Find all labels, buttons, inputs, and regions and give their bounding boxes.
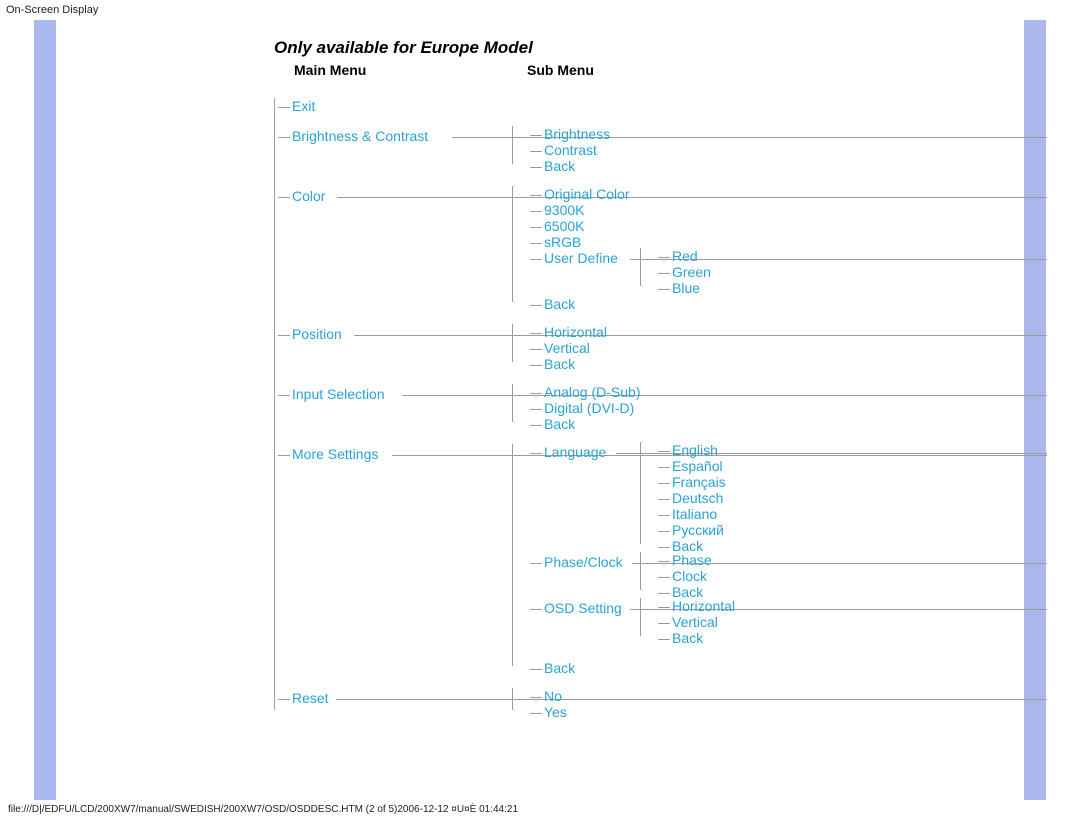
label-input: Input Selection	[292, 386, 402, 402]
label-exit: Exit	[292, 98, 315, 114]
sub-inp-back: Back	[530, 416, 1046, 432]
menu-position: Position Horizontal Vertical Back	[278, 326, 1046, 372]
lang-fr: Français	[658, 474, 1046, 490]
label-sub-phase: Phase/Clock	[544, 554, 632, 570]
lang-it: Italiano	[658, 506, 1046, 522]
menu-color: Color Original Color 9300K 6500K sRGB Us…	[278, 188, 1046, 312]
menu-more-settings: More Settings Language English Español F…	[278, 446, 1046, 676]
sub-bc-back: Back	[530, 158, 1046, 174]
label-sub-pos-h: Horizontal	[544, 324, 607, 340]
sub-brightness: Brightness	[530, 126, 1046, 142]
label-sub-pos-v: Vertical	[544, 340, 590, 356]
sub-user-define: User Define Red Green Blue	[530, 250, 1046, 296]
sub-original-color: Original Color	[530, 186, 1046, 202]
lang-ru: Русский	[658, 522, 1046, 538]
menu-input-selection: Input Selection Analog (D-Sub) Digital (…	[278, 386, 1046, 432]
column-header-main: Main Menu	[294, 62, 366, 78]
label-pc-clock: Clock	[672, 568, 707, 584]
sub-pos-h: Horizontal	[530, 324, 1046, 340]
sub-pos-v: Vertical	[530, 340, 1046, 356]
sub-pos-back: Back	[530, 356, 1046, 372]
label-sub-analog: Analog (D-Sub)	[544, 384, 641, 400]
label-lang-es: Español	[672, 458, 723, 474]
label-color: Color	[292, 188, 337, 204]
reset-yes: Yes	[530, 704, 1046, 720]
sub-color-back: Back	[530, 296, 1046, 312]
label-sub-osd: OSD Setting	[544, 600, 630, 616]
label-pc-phase: Phase	[672, 552, 712, 568]
menu-exit: Exit	[278, 98, 1046, 114]
pc-phase: Phase	[658, 552, 1046, 568]
label-lang-fr: Français	[672, 474, 726, 490]
sub-9300k: 9300K	[530, 202, 1046, 218]
label-bc: Brightness & Contrast	[292, 128, 452, 144]
document-frame: Only available for Europe Model Main Men…	[34, 20, 1046, 800]
lang-en: English	[658, 442, 1046, 458]
label-sub-language: Language	[544, 444, 616, 460]
reset-no: No	[530, 688, 1046, 704]
pc-clock: Clock	[658, 568, 1046, 584]
label-lang-en: English	[672, 442, 718, 458]
sub-digital: Digital (DVI-D)	[530, 400, 1046, 416]
osd-v: Vertical	[658, 614, 1046, 630]
label-reset-no: No	[544, 688, 562, 704]
label-red: Red	[672, 248, 698, 264]
label-sub-pos-back: Back	[544, 356, 575, 372]
left-margin-bar	[34, 20, 56, 800]
lang-es: Español	[658, 458, 1046, 474]
label-sub-brightness: Brightness	[544, 126, 610, 142]
osd-h: Horizontal	[658, 598, 1046, 614]
label-reset: Reset	[292, 690, 336, 706]
sub-phase-clock: Phase/Clock Phase Clock Back	[530, 554, 1046, 600]
osd-back: Back	[658, 630, 1046, 646]
label-sub-9300k: 9300K	[544, 202, 584, 218]
label-osd-v: Vertical	[672, 614, 718, 630]
column-header-sub: Sub Menu	[527, 62, 594, 78]
menu-brightness-contrast: Brightness & Contrast Brightness Contras…	[278, 128, 1046, 174]
label-sub-srgb: sRGB	[544, 234, 581, 250]
label-sub-more-back: Back	[544, 660, 575, 676]
sub-osd-setting: OSD Setting Horizontal Vertical Back	[530, 600, 1046, 646]
label-sub-user: User Define	[544, 250, 630, 266]
label-lang-de: Deutsch	[672, 490, 723, 506]
note-europe-model: Only available for Europe Model	[274, 38, 1046, 58]
sub-analog: Analog (D-Sub)	[530, 384, 1046, 400]
label-more: More Settings	[292, 446, 392, 462]
label-reset-yes: Yes	[544, 704, 567, 720]
label-sub-contrast: Contrast	[544, 142, 597, 158]
sub-more-back: Back	[530, 660, 1046, 676]
label-sub-color-back: Back	[544, 296, 575, 312]
page-title: On-Screen Display	[0, 0, 1080, 20]
label-sub-bc-back: Back	[544, 158, 575, 174]
label-blue: Blue	[672, 280, 700, 296]
osd-tree: Exit Brightness & Contrast Brightness Co…	[274, 98, 1046, 720]
label-lang-it: Italiano	[672, 506, 717, 522]
sub-language: Language English Español Français Deutsc…	[530, 444, 1046, 554]
menu-reset: Reset No Yes	[278, 690, 1046, 720]
label-osd-h: Horizontal	[672, 598, 735, 614]
rgb-blue: Blue	[658, 280, 1046, 296]
label-lang-ru: Русский	[672, 522, 724, 538]
label-sub-6500k: 6500K	[544, 218, 584, 234]
label-position: Position	[292, 326, 354, 342]
lang-de: Deutsch	[658, 490, 1046, 506]
label-green: Green	[672, 264, 711, 280]
sub-6500k: 6500K	[530, 218, 1046, 234]
label-sub-inp-back: Back	[544, 416, 575, 432]
label-osd-back: Back	[672, 630, 703, 646]
label-sub-orig: Original Color	[544, 186, 630, 202]
label-sub-digital: Digital (DVI-D)	[544, 400, 634, 416]
rgb-red: Red	[658, 248, 1046, 264]
sub-contrast: Contrast	[530, 142, 1046, 158]
rgb-green: Green	[658, 264, 1046, 280]
